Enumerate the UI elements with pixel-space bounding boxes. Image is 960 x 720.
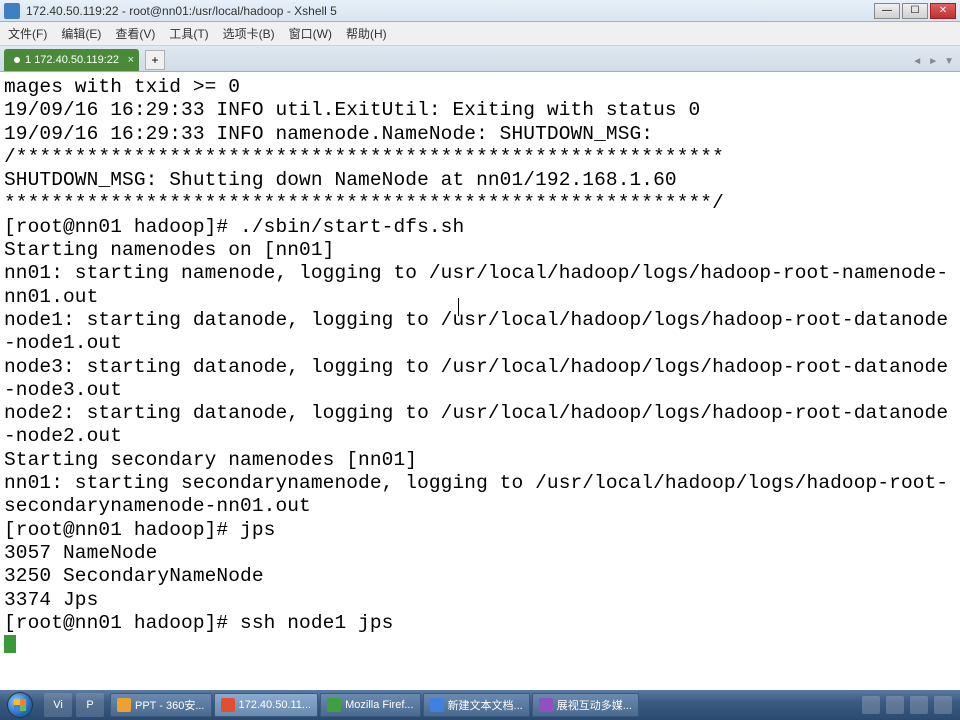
start-button[interactable] (0, 690, 40, 720)
menu-edit[interactable]: 编辑(E) (61, 25, 101, 42)
tab-bar: 1 172.40.50.119:22 × + ◄ ► ▼ (0, 46, 960, 72)
taskbar-app-ppt[interactable]: PPT - 360安... (110, 693, 212, 717)
windows-logo-icon (7, 692, 33, 718)
pinned-icons: Vi P (44, 693, 104, 717)
app-label: 展视互动多媒... (557, 697, 632, 713)
menu-window[interactable]: 窗口(W) (289, 25, 332, 42)
session-tab[interactable]: 1 172.40.50.119:22 × (4, 49, 139, 71)
tab-label: 172.40.50.119:22 (34, 54, 119, 66)
taskbar-apps: PPT - 360安... 172.40.50.11... Mozilla Fi… (110, 693, 854, 717)
firefox-icon (327, 698, 341, 712)
tab-close-icon[interactable]: × (128, 54, 134, 66)
new-tab-button[interactable]: + (145, 50, 165, 70)
window-titlebar: 172.40.50.119:22 - root@nn01:/usr/local/… (0, 0, 960, 22)
app-label: 172.40.50.11... (239, 699, 312, 711)
menu-help[interactable]: 帮助(H) (346, 25, 387, 42)
terminal-text: mages with txid >= 0 19/09/16 16:29:33 I… (4, 76, 948, 634)
tab-prev-icon[interactable]: ◄ (912, 56, 922, 67)
xshell-icon (221, 698, 235, 712)
tab-nav: ◄ ► ▼ (912, 56, 954, 67)
tray-icon-1[interactable] (862, 696, 880, 714)
menu-bar: 文件(F) 编辑(E) 查看(V) 工具(T) 选项卡(B) 窗口(W) 帮助(… (0, 22, 960, 46)
app-icon (4, 3, 20, 19)
system-tray (854, 690, 960, 720)
pinned-app-p[interactable]: P (76, 693, 104, 717)
window-title: 172.40.50.119:22 - root@nn01:/usr/local/… (26, 4, 874, 18)
taskbar-app-notepad[interactable]: 新建文本文档... (423, 693, 530, 717)
menu-file[interactable]: 文件(F) (8, 25, 47, 42)
taskbar-app-media[interactable]: 展视互动多媒... (532, 693, 639, 717)
app-label: PPT - 360安... (135, 697, 205, 713)
window-controls: — ☐ ✕ (874, 3, 956, 19)
media-icon (539, 698, 553, 712)
taskbar: Vi P PPT - 360安... 172.40.50.11... Mozil… (0, 690, 960, 720)
tray-icon-4[interactable] (934, 696, 952, 714)
notepad-icon (430, 698, 444, 712)
terminal-output[interactable]: mages with txid >= 0 19/09/16 16:29:33 I… (0, 72, 960, 690)
taskbar-app-xshell[interactable]: 172.40.50.11... (214, 693, 319, 717)
menu-tools[interactable]: 工具(T) (169, 25, 208, 42)
menu-view[interactable]: 查看(V) (115, 25, 155, 42)
text-caret (458, 298, 459, 316)
app-label: Mozilla Firef... (345, 699, 413, 711)
tray-icon-3[interactable] (910, 696, 928, 714)
tab-status-icon (14, 57, 20, 63)
taskbar-app-firefox[interactable]: Mozilla Firef... (320, 693, 420, 717)
tab-index: 1 (25, 54, 31, 66)
maximize-button[interactable]: ☐ (902, 3, 928, 19)
terminal-cursor (4, 635, 16, 653)
tab-menu-icon[interactable]: ▼ (944, 56, 954, 67)
menu-tabs[interactable]: 选项卡(B) (223, 25, 275, 42)
tab-next-icon[interactable]: ► (928, 56, 938, 67)
minimize-button[interactable]: — (874, 3, 900, 19)
app-label: 新建文本文档... (448, 697, 523, 713)
tray-icon-2[interactable] (886, 696, 904, 714)
browser-icon (117, 698, 131, 712)
pinned-app-vi[interactable]: Vi (44, 693, 72, 717)
close-button[interactable]: ✕ (930, 3, 956, 19)
